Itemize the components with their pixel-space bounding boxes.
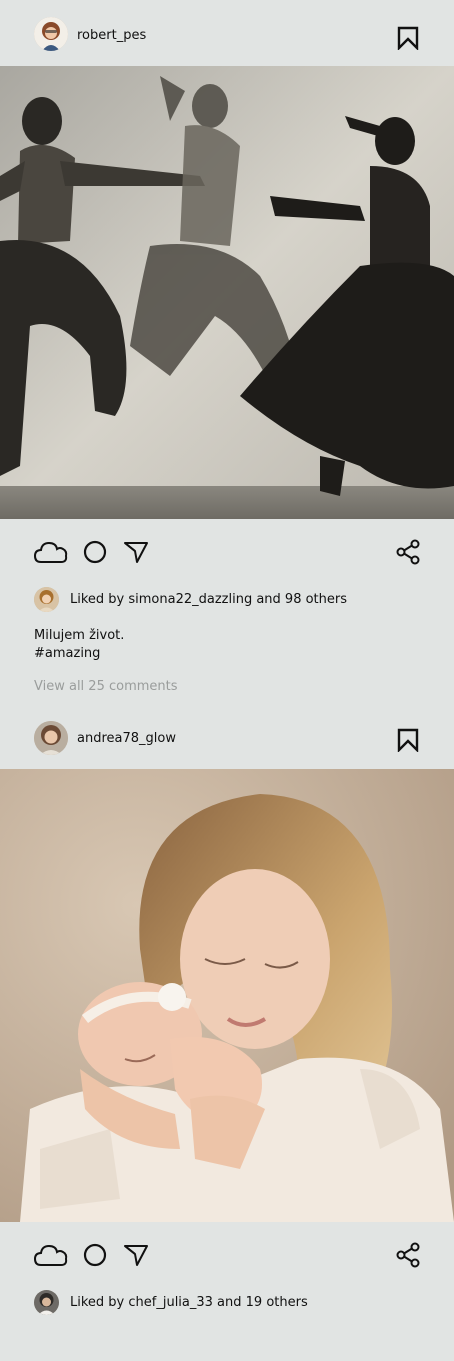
user-avatar[interactable] — [34, 17, 68, 51]
post-actions — [0, 1222, 454, 1288]
caption-text: Milujem život. — [34, 628, 125, 643]
user-avatar[interactable] — [34, 721, 68, 755]
post-robert-pes: robert_pes Liked by simona22_dazzling an… — [0, 0, 454, 695]
bookmark-icon[interactable] — [397, 728, 419, 752]
view-comments-link[interactable]: View all 25 comments — [34, 679, 454, 695]
triangle-send-icon[interactable] — [123, 540, 149, 564]
cloud-like-icon[interactable] — [33, 1242, 69, 1268]
likes-row: Liked by chef_julia_33 and 19 others — [0, 1288, 454, 1322]
avatar-icon — [34, 587, 59, 612]
likes-row: Liked by simona22_dazzling and 98 others — [0, 585, 454, 619]
post-username[interactable]: andrea78_glow — [77, 731, 176, 747]
bookmark-icon[interactable] — [397, 26, 419, 50]
cloud-like-icon[interactable] — [33, 539, 69, 565]
circle-comment-icon[interactable] — [83, 1243, 107, 1267]
likes-text[interactable]: Liked by simona22_dazzling and 98 others — [70, 592, 347, 608]
avatar-icon — [34, 1290, 59, 1315]
post-header: robert_pes — [0, 0, 454, 66]
caption-hashtag[interactable]: #amazing — [34, 645, 454, 663]
circle-comment-icon[interactable] — [83, 540, 107, 564]
share-icon[interactable] — [396, 1242, 420, 1268]
post-username[interactable]: robert_pes — [77, 28, 146, 44]
post-caption: Milujem život. #amazing — [34, 627, 454, 663]
post-actions — [0, 519, 454, 585]
triangle-send-icon[interactable] — [123, 1243, 149, 1267]
post-photo[interactable] — [0, 769, 454, 1222]
likes-text[interactable]: Liked by chef_julia_33 and 19 others — [70, 1295, 308, 1311]
post-andrea78-glow: andrea78_glow Liked by chef_julia_33 and… — [0, 717, 454, 1322]
share-icon[interactable] — [396, 539, 420, 565]
avatar-icon — [34, 17, 68, 51]
post-photo[interactable] — [0, 66, 454, 519]
liker-avatar[interactable] — [34, 1290, 59, 1315]
avatar-icon — [34, 721, 68, 755]
liker-avatar[interactable] — [34, 587, 59, 612]
